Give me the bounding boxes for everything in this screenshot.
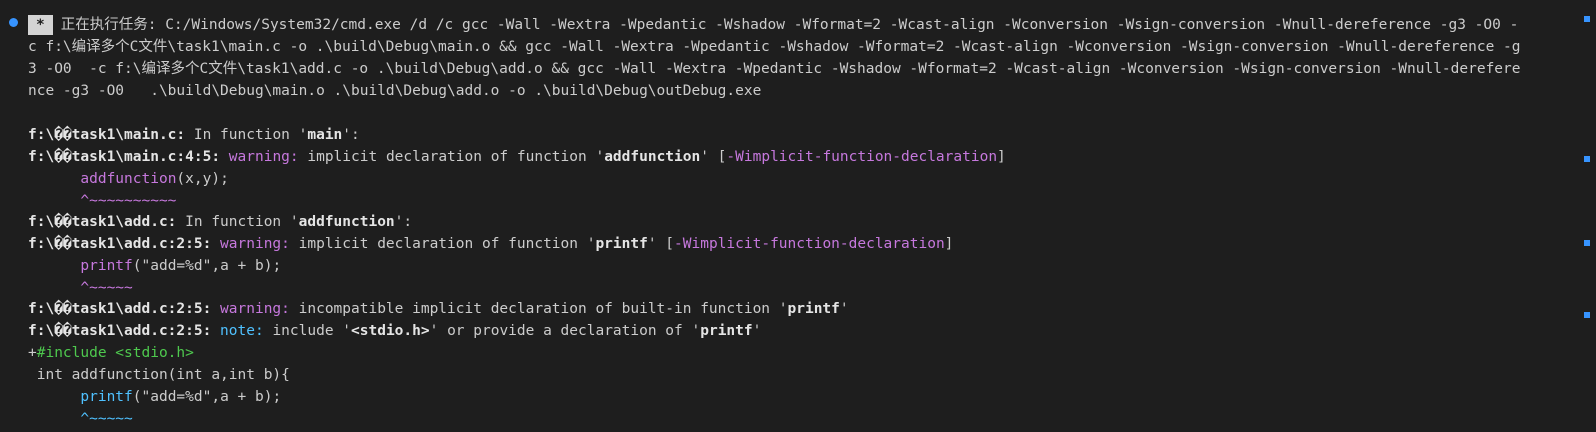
diag-file: f:\��task1\main.c: xyxy=(28,127,186,143)
command-status-dot-icon[interactable] xyxy=(9,18,18,27)
diag-warning-1: f:\��task1\main.c:4:5: warning: implicit… xyxy=(28,146,1006,168)
diag-location: f:\��task1\add.c:2:5: xyxy=(28,301,212,317)
diag-indent xyxy=(28,171,80,187)
diag-text: ] xyxy=(944,236,954,252)
diag-fixit-plus: + xyxy=(28,345,37,361)
diag-text: ' [ xyxy=(700,149,727,165)
diag-fn-name: addfunction xyxy=(298,214,395,230)
diag-text: ' [ xyxy=(647,236,675,252)
ruler-marker-icon xyxy=(1584,16,1590,22)
diag-text: include ' xyxy=(263,323,352,339)
diag-warning-flag[interactable]: -Wimplicit-function-declaration xyxy=(674,236,945,252)
task-command-part-4: nce -g3 -O0 .\build\Debug\main.o .\build… xyxy=(28,83,762,99)
diag-code-line: printf("add=%d",a + b); xyxy=(28,255,281,277)
diag-warning-label: warning: xyxy=(220,149,299,165)
diag-warning-3: f:\��task1\add.c:2:5: warning: incompati… xyxy=(28,298,849,320)
diag-fn-name: main xyxy=(307,127,343,143)
diag-text: In function ' xyxy=(185,127,308,143)
diag-header-name: <stdio.h> xyxy=(351,323,430,339)
task-command-part-2: c f:\编译多个C文件\task1\main.c -o .\build\Deb… xyxy=(28,39,1521,55)
diag-fn-name: printf xyxy=(595,236,648,252)
diag-fn-name: addfunction xyxy=(604,149,701,165)
diag-text: ': xyxy=(394,214,413,230)
diag-code-line: addfunction(x,y); xyxy=(28,168,229,190)
diag-fn-name: printf xyxy=(787,301,840,317)
terminal-panel[interactable]: * 正在执行任务: C:/Windows/System32/cmd.exe /d … xyxy=(0,0,1568,432)
diag-caret-line: ^~~~~~ xyxy=(28,280,133,296)
diag-code-highlight: addfunction xyxy=(80,171,177,187)
diag-code-highlight: printf xyxy=(80,258,133,274)
diag-code-text: ("add=%d",a + b); xyxy=(132,258,282,274)
diag-text: ': xyxy=(342,127,360,143)
diag-code-line: printf("add=%d",a + b); xyxy=(28,386,281,408)
diag-text: implicit declaration of function ' xyxy=(289,236,596,252)
task-command-part-1: C:/Windows/System32/cmd.exe /d /c gcc -W… xyxy=(156,17,1519,33)
diag-location: f:\��task1\add.c:2:5: xyxy=(28,323,212,339)
diag-location: f:\��task1\main.c:4:5: xyxy=(28,149,221,165)
task-command-part-3: 3 -O0 -c f:\编译多个C文件\task1\add.c -o .\bui… xyxy=(28,61,1521,77)
diag-code-text: (x,y); xyxy=(176,171,229,187)
diag-note-label: note: xyxy=(211,323,264,339)
diag-location: f:\��task1\add.c:2:5: xyxy=(28,236,212,252)
diag-warning-2: f:\��task1\add.c:2:5: warning: implicit … xyxy=(28,233,953,255)
ruler-marker-icon xyxy=(1584,240,1590,246)
diag-warning-label: warning: xyxy=(211,301,290,317)
diag-fixit-include: #include <stdio.h> xyxy=(36,345,194,361)
diag-add-in-function: f:\��task1\add.c: In function 'addfuncti… xyxy=(28,211,412,233)
diag-indent xyxy=(28,389,80,405)
diag-indent xyxy=(28,258,80,274)
diag-fn-name: printf xyxy=(700,323,753,339)
ruler-marker-icon xyxy=(1584,156,1590,162)
diag-text: ' or provide a declaration of ' xyxy=(429,323,701,339)
diag-fixit-line: +#include <stdio.h> xyxy=(28,342,194,364)
diag-warning-label: warning: xyxy=(211,236,290,252)
diag-caret-line: ^~~~~~~~~~~ xyxy=(28,193,177,209)
diag-note-1: f:\��task1\add.c:2:5: note: include '<st… xyxy=(28,320,761,342)
diag-caret-line: ^~~~~~ xyxy=(28,411,133,427)
diag-main-in-function: f:\��task1\main.c: In function 'main': xyxy=(28,124,360,146)
diag-text: ' xyxy=(839,301,849,317)
diag-text: incompatible implicit declaration of bui… xyxy=(289,301,788,317)
task-label: 正在执行任务: xyxy=(60,17,157,33)
diag-text: implicit declaration of function ' xyxy=(298,149,605,165)
diag-file: f:\��task1\add.c: xyxy=(28,214,177,230)
task-badge: * xyxy=(28,15,53,35)
diag-code-highlight: printf xyxy=(80,389,133,405)
diag-text: In function ' xyxy=(176,214,299,230)
ruler-marker-icon xyxy=(1584,312,1590,318)
diag-source-line: int addfunction(int a,int b){ xyxy=(28,367,290,383)
overview-ruler[interactable] xyxy=(1568,0,1596,432)
diag-warning-flag[interactable]: -Wimplicit-function-declaration xyxy=(726,149,997,165)
task-line-1: * 正在执行任务: C:/Windows/System32/cmd.exe /d … xyxy=(28,14,1518,36)
diag-text: ' xyxy=(752,323,762,339)
diag-code-text: ("add=%d",a + b); xyxy=(132,389,282,405)
diag-text: ] xyxy=(997,149,1006,165)
